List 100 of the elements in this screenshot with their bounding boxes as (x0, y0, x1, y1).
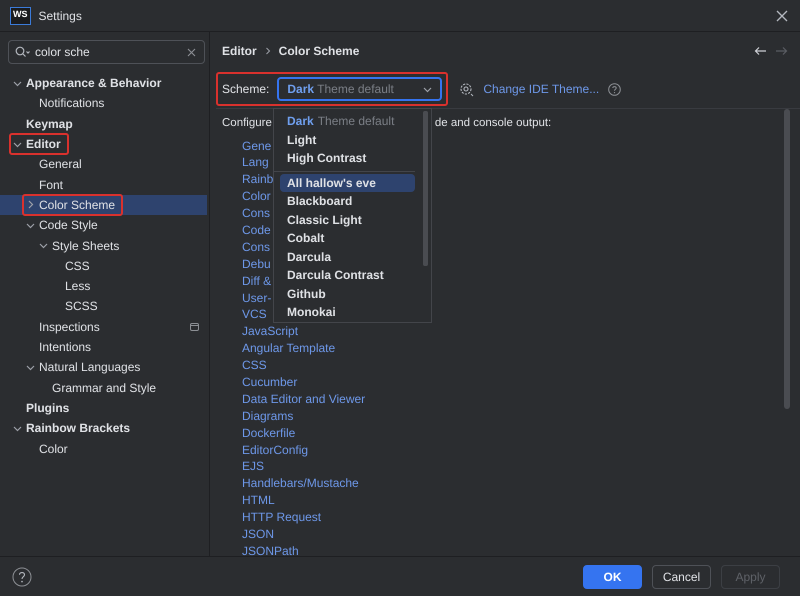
tree-item[interactable]: Notifications (0, 93, 207, 114)
gear-icon[interactable] (459, 82, 474, 96)
settings-link[interactable]: Code (242, 224, 271, 237)
scheme-option[interactable]: Github (280, 284, 415, 303)
settings-link[interactable]: Data Editor and Viewer (242, 392, 366, 406)
settings-link[interactable]: JavaScript (242, 325, 298, 338)
tree-item[interactable]: Appearance & Behavior (0, 73, 207, 94)
chevron-icon[interactable] (13, 424, 22, 433)
tree-label: Natural Languages (39, 360, 140, 374)
chevron-icon[interactable] (26, 200, 35, 210)
tree-item[interactable]: SCSS (0, 296, 207, 317)
search-field[interactable]: color sche (8, 40, 205, 64)
dialog-button[interactable]: Cancel (652, 564, 711, 588)
tree-label: Font (39, 178, 64, 192)
tree-label: Less (65, 279, 90, 294)
scheme-label: Scheme: (222, 82, 270, 96)
settings-link[interactable]: Cons (242, 240, 270, 254)
tree-label: Appearance & Behavior (26, 76, 162, 90)
chevron-icon (423, 84, 432, 94)
tree-label: Grammar and Style (52, 380, 156, 395)
scheme-option[interactable]: Dark Theme default (280, 112, 415, 130)
tree-item[interactable]: Plugins (0, 398, 207, 418)
chevron-icon (264, 47, 271, 55)
search-icon (15, 46, 31, 58)
scheme-option[interactable]: Blackboard (280, 192, 415, 210)
settings-link[interactable]: User- (242, 292, 272, 305)
settings-link[interactable]: JSON (242, 528, 274, 541)
scheme-option[interactable]: Light (280, 130, 415, 149)
tree-label: Rainbow Brackets (26, 421, 130, 436)
tree-label: Intentions (39, 340, 92, 354)
tree-label: Plugins (26, 400, 70, 415)
tree-label: SCSS (65, 299, 98, 314)
tree-item[interactable]: Editor (0, 134, 207, 154)
tree-item[interactable]: Natural Languages (0, 357, 207, 378)
tree-label: Inspections (39, 320, 100, 334)
help-icon[interactable] (608, 82, 622, 96)
scheme-option[interactable]: Darcula Contrast (280, 266, 415, 284)
scheme-option[interactable]: All hallow's eve (280, 174, 415, 192)
settings-link[interactable]: Debu (242, 258, 271, 271)
tree-item[interactable]: CSS (0, 256, 207, 276)
settings-link[interactable]: EditorConfig (242, 444, 308, 457)
tree-label: Code Style (39, 218, 98, 232)
settings-link[interactable]: Handlebars/Mustache (242, 477, 359, 490)
scheme-option[interactable]: Cobalt (280, 229, 415, 248)
settings-link[interactable]: HTTP Request (242, 511, 322, 524)
back-arrow-icon[interactable] (754, 46, 767, 56)
tree-item[interactable]: Intentions (0, 336, 207, 358)
tree-item[interactable]: Keymap (0, 114, 207, 134)
settings-link[interactable]: Cons (242, 207, 270, 220)
settings-link[interactable]: Lang (242, 156, 269, 170)
breadcrumb-item: Editor (222, 44, 257, 58)
tree-item[interactable]: General (0, 154, 207, 174)
tree-item[interactable]: Rainbow Brackets (0, 418, 207, 438)
clear-icon[interactable] (187, 48, 196, 57)
chevron-icon[interactable] (39, 241, 48, 250)
scheme-option[interactable]: Classic Light (280, 210, 415, 229)
settings-link[interactable]: CSS (242, 359, 267, 372)
description-text: Configure (222, 117, 272, 129)
settings-link[interactable]: Angular Template (242, 342, 336, 356)
settings-link[interactable]: Diagrams (242, 410, 294, 423)
settings-link[interactable]: Rainb (242, 173, 274, 186)
app-logo: WS (10, 6, 30, 24)
window-title: Settings (38, 8, 83, 22)
description-text: de and console output: (434, 117, 552, 129)
tree-label: General (39, 157, 82, 172)
chevron-icon[interactable] (26, 220, 35, 230)
chevron-icon[interactable] (13, 78, 22, 88)
tree-item[interactable]: Style Sheets (0, 235, 207, 256)
settings-link[interactable]: Gene (242, 140, 272, 152)
tree-label: Editor (26, 137, 61, 152)
scheme-option[interactable]: Darcula (280, 248, 415, 266)
tree-item[interactable]: Color (0, 438, 207, 459)
tree-item[interactable]: Grammar and Style (0, 377, 207, 398)
scheme-option[interactable]: Monokai (280, 303, 415, 322)
ok-button[interactable]: OK (583, 564, 642, 588)
tree-label: CSS (65, 258, 90, 273)
scrollbar[interactable] (784, 109, 790, 409)
settings-link[interactable]: Color (242, 190, 271, 204)
scheme-option[interactable]: High Contrast (280, 149, 415, 168)
change-theme-link[interactable]: Change IDE Theme... (483, 82, 600, 96)
tree-item[interactable]: Font (0, 174, 207, 195)
settings-link[interactable]: Diff & (242, 274, 272, 288)
tree-item[interactable]: Color Scheme (0, 194, 207, 216)
tree-label: Keymap (26, 116, 73, 131)
settings-link[interactable]: Dockerfile (242, 426, 296, 440)
tree-item[interactable]: Code Style (0, 215, 207, 236)
chevron-icon[interactable] (13, 140, 22, 149)
settings-link[interactable]: HTML (242, 494, 275, 508)
chevron-icon[interactable] (26, 362, 35, 372)
settings-link[interactable]: EJS (242, 460, 264, 474)
settings-link[interactable]: Cucumber (242, 376, 298, 389)
tree-item[interactable]: Less (0, 276, 207, 296)
tree-item[interactable]: Inspections (0, 316, 207, 337)
scheme-dropdown[interactable]: Dark Theme default (277, 77, 442, 101)
close-icon[interactable] (776, 10, 788, 22)
tree-label: Style Sheets (52, 238, 120, 253)
tree-label: Color Scheme (39, 198, 116, 212)
settings-link[interactable]: JSONPath (242, 544, 299, 558)
help-icon[interactable] (12, 566, 32, 586)
settings-link[interactable]: VCS (242, 308, 267, 322)
